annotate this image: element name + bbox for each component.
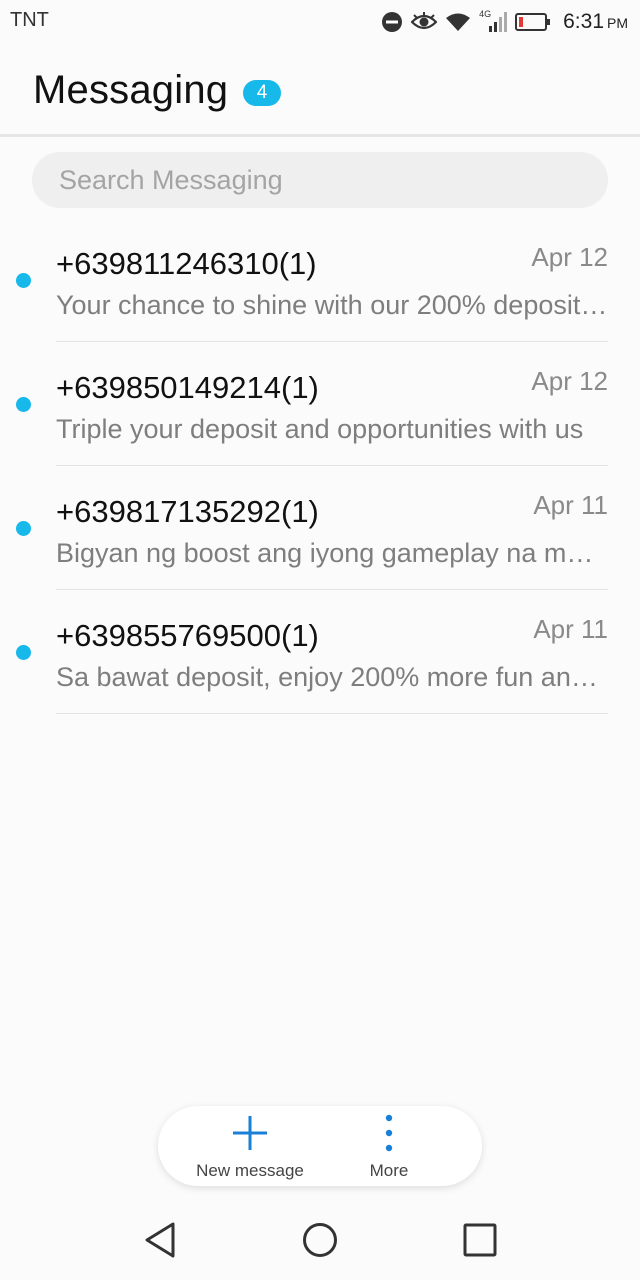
search-bar[interactable] bbox=[32, 152, 608, 208]
status-bar: TNT 4G 6:31 PM bbox=[0, 0, 640, 46]
app-header: Messaging 4 bbox=[0, 46, 640, 134]
back-icon bbox=[143, 1222, 177, 1263]
conversation-item[interactable]: +639811246310(1) Apr 12 Your chance to s… bbox=[0, 218, 640, 342]
carrier-name: TNT bbox=[10, 9, 49, 31]
recents-icon bbox=[463, 1223, 497, 1262]
conversation-item[interactable]: +639855769500(1) Apr 11 Sa bawat deposit… bbox=[0, 590, 640, 714]
messaging-screen: TNT 4G 6:31 PM Messaging 4 Search Messag… bbox=[0, 0, 640, 1280]
more-button[interactable]: More bbox=[314, 1106, 464, 1186]
unread-dot-icon bbox=[16, 645, 31, 660]
conversation-sender: +639855769500(1) bbox=[56, 618, 319, 653]
conversation-date: Apr 11 bbox=[533, 490, 608, 520]
dnd-icon bbox=[381, 11, 403, 33]
conversation-snippet: Bigyan ng boost ang iyong gameplay na ma… bbox=[56, 538, 608, 568]
back-button[interactable] bbox=[138, 1220, 182, 1264]
bottom-action-bar: New message More bbox=[158, 1106, 482, 1186]
conversation-snippet: Sa bawat deposit, enjoy 200% more fun an… bbox=[56, 662, 608, 692]
clock-time: 6:31 bbox=[563, 10, 604, 33]
conversation-item[interactable]: +639817135292(1) Apr 11 Bigyan ng boost … bbox=[0, 466, 640, 590]
conversation-sender: +639817135292(1) bbox=[56, 494, 319, 529]
unread-dot-icon bbox=[16, 521, 31, 536]
plus-icon bbox=[231, 1106, 269, 1157]
unread-count-badge: 4 bbox=[243, 80, 281, 106]
home-icon bbox=[302, 1222, 338, 1263]
eye-icon bbox=[411, 12, 438, 32]
battery-icon bbox=[515, 12, 551, 32]
unread-dot-icon bbox=[16, 273, 31, 288]
conversation-snippet: Triple your deposit and opportunities wi… bbox=[56, 414, 584, 444]
search-input[interactable] bbox=[57, 163, 577, 197]
list-divider bbox=[56, 713, 608, 714]
status-clock: 6:31 PM bbox=[563, 10, 628, 34]
conversation-sender: +639850149214(1) bbox=[56, 370, 319, 405]
signal-icon: 4G bbox=[479, 9, 508, 33]
more-vertical-icon bbox=[370, 1106, 408, 1157]
new-message-label: New message bbox=[196, 1161, 304, 1180]
conversation-list: +639811246310(1) Apr 12 Your chance to s… bbox=[0, 218, 640, 714]
conversation-sender: +639811246310(1) bbox=[56, 246, 317, 281]
new-message-button[interactable]: New message bbox=[175, 1106, 325, 1186]
more-label: More bbox=[369, 1161, 409, 1180]
conversation-item[interactable]: +639850149214(1) Apr 12 Triple your depo… bbox=[0, 342, 640, 466]
wifi-icon bbox=[445, 12, 471, 32]
unread-dot-icon bbox=[16, 397, 31, 412]
recents-button[interactable] bbox=[458, 1220, 502, 1264]
home-button[interactable] bbox=[298, 1220, 342, 1264]
conversation-date: Apr 11 bbox=[533, 614, 608, 644]
header-divider bbox=[0, 134, 640, 137]
clock-ampm: PM bbox=[607, 15, 628, 31]
conversation-date: Apr 12 bbox=[531, 366, 608, 396]
status-icons: 4G 6:31 PM bbox=[381, 6, 628, 38]
page-title: Messaging bbox=[33, 68, 229, 112]
conversation-snippet: Your chance to shine with our 200% depos… bbox=[56, 290, 608, 320]
network-type: 4G bbox=[479, 9, 492, 19]
system-navigation-bar bbox=[0, 1200, 640, 1280]
conversation-date: Apr 12 bbox=[531, 242, 608, 272]
